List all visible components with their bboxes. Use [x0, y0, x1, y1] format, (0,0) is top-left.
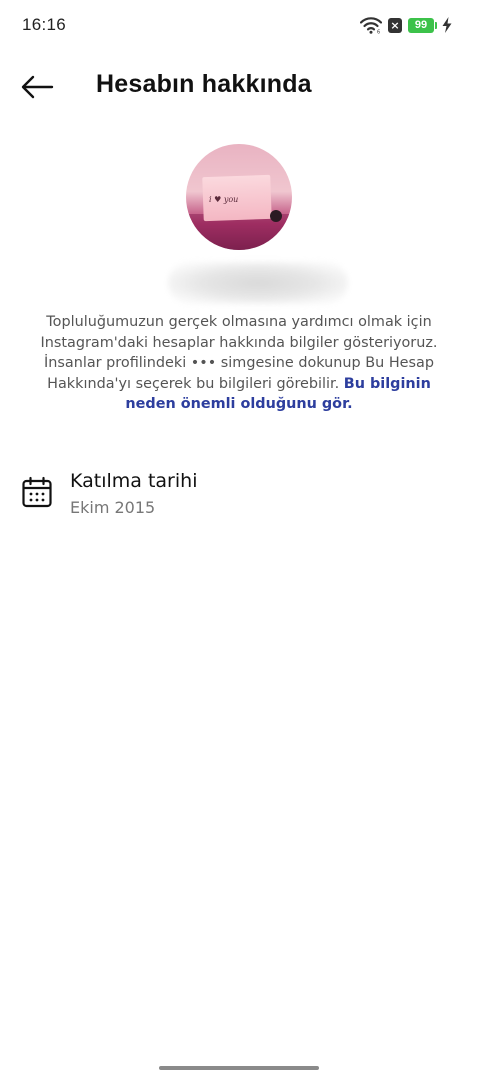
joined-date-value: Ekim 2015 [70, 498, 156, 517]
home-indicator[interactable] [159, 1066, 319, 1070]
status-icons: 6 × 99 [360, 14, 452, 36]
wifi-icon: 6 [360, 17, 382, 35]
arrow-left-icon [21, 75, 54, 99]
notification-x-icon: × [388, 17, 402, 33]
battery-icon: 99 [408, 17, 437, 33]
page-title: Hesabın hakkında [96, 70, 312, 98]
status-bar: 16:16 6 × 99 [0, 0, 478, 52]
avatar-text: i ♥ you [209, 195, 238, 204]
header: Hesabın hakkında [0, 60, 478, 116]
joined-date-label: Katılma tarihi [70, 470, 198, 492]
status-time: 16:16 [22, 15, 67, 34]
avatar: i ♥ you [186, 144, 292, 250]
calendar-icon [22, 476, 52, 508]
username [168, 262, 348, 304]
back-button[interactable] [20, 72, 56, 102]
description: Topluluğumuzun gerçek olmasına yardımcı … [30, 312, 448, 415]
charging-bolt-icon [442, 17, 452, 33]
svg-text:6: 6 [377, 30, 380, 35]
joined-date-row: Katılma tarihi Ekim 2015 [0, 466, 478, 526]
